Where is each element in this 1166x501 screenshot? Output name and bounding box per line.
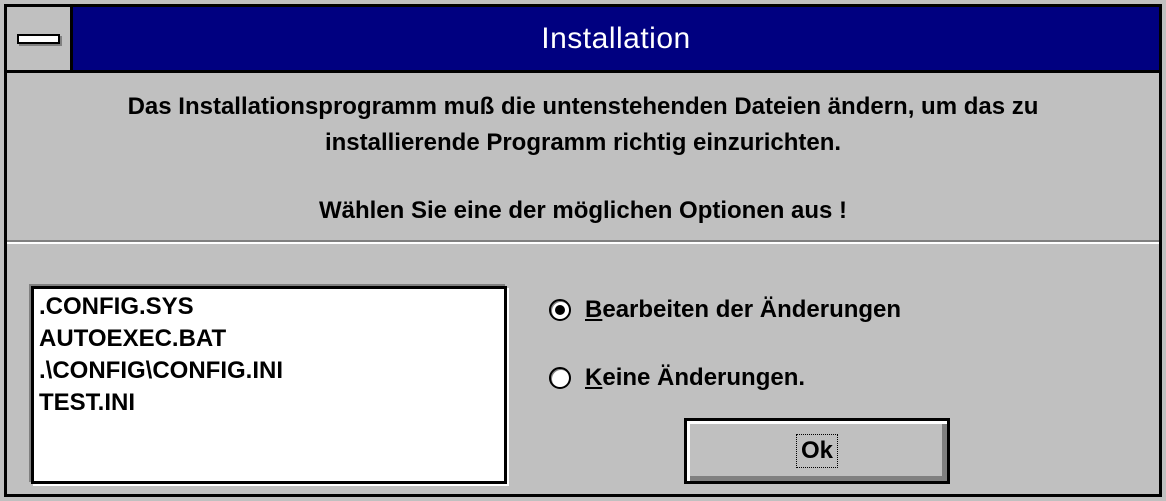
title-bar[interactable]: Installation — [7, 7, 1159, 73]
message-line-3: Wählen Sie eine der möglichen Optionen a… — [318, 197, 848, 224]
option-no-changes-label[interactable]: Keine Änderungen. — [585, 364, 805, 392]
message-line-2: installierende Programm richtig einzuric… — [324, 129, 842, 156]
divider — [7, 240, 1159, 244]
radio-button-no-changes[interactable] — [549, 367, 571, 389]
system-menu-button[interactable] — [7, 7, 73, 70]
mnemonic-letter: K — [585, 364, 603, 391]
list-item[interactable]: TEST.INI — [39, 387, 499, 419]
mnemonic-letter: B — [585, 296, 603, 323]
label-text: eine Änderungen. — [602, 364, 806, 391]
label-text: earbeiten der Änderungen — [602, 296, 902, 323]
option-no-changes[interactable]: Keine Änderungen. — [549, 362, 805, 394]
file-list[interactable]: .CONFIG.SYS AUTOEXEC.BAT .\CONFIG\CONFIG… — [31, 286, 507, 484]
list-item[interactable]: .\CONFIG\CONFIG.INI — [39, 355, 499, 387]
message-line-1: Das Installationsprogramm muß die untens… — [127, 93, 1039, 120]
option-edit-changes-label[interactable]: Bearbeiten der Änderungen — [585, 296, 901, 324]
ok-button-label: Ok — [795, 434, 838, 468]
list-item[interactable]: .CONFIG.SYS — [39, 291, 499, 323]
option-edit-changes[interactable]: Bearbeiten der Änderungen — [549, 294, 901, 326]
ok-button[interactable]: Ok — [684, 418, 950, 484]
list-item[interactable]: AUTOEXEC.BAT — [39, 323, 499, 355]
window-title: Installation — [541, 22, 691, 55]
radio-selected-dot — [555, 305, 565, 315]
system-menu-icon — [17, 34, 60, 44]
radio-button-edit-changes[interactable] — [549, 299, 571, 321]
